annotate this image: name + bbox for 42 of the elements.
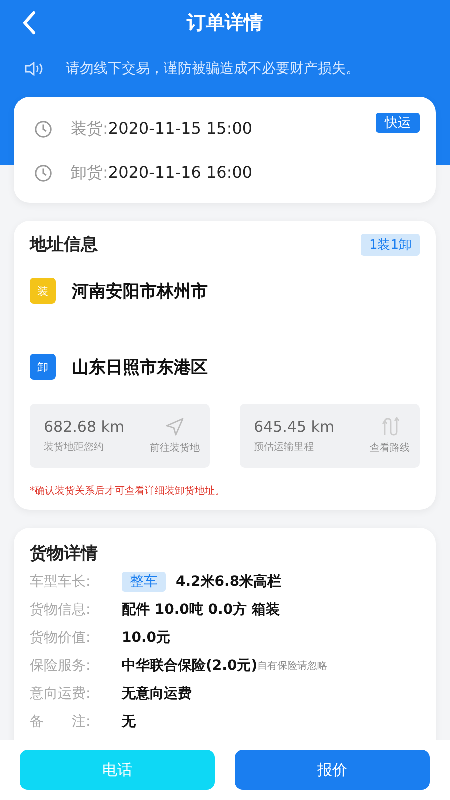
distance-value: 682.68 km — [44, 418, 125, 436]
field-value: 中华联合保险(2.0元) — [122, 657, 258, 675]
distance-action: 查看路线 — [370, 442, 410, 455]
distance-action: 前往装货地 — [150, 442, 200, 455]
place-name: 河南安阳市林州市 — [72, 280, 208, 302]
page-title: 订单详情 — [187, 11, 263, 36]
distance-caption: 预估运输里程 — [254, 440, 315, 454]
vehicle-tag: 整车 — [122, 572, 166, 592]
field-value: 配件 10.0吨 0.0方 箱装 — [122, 601, 280, 619]
field-label: 备 注: — [30, 713, 92, 731]
clock-icon — [34, 164, 53, 182]
section-title: 地址信息 — [30, 234, 98, 256]
stop-count-tag: 1装1卸 — [361, 234, 420, 256]
shipping-tag: 快运 — [376, 113, 420, 133]
schedule-time: 卸货:2020-11-16 16:00 — [71, 162, 253, 184]
field-label: 货物价值: — [30, 629, 92, 647]
route-icon — [380, 417, 400, 437]
clock-icon — [34, 120, 53, 138]
distance-panel[interactable]: 645.45 km 预估运输里程 查看路线 — [240, 404, 420, 468]
place-name: 山东日照市东港区 — [72, 356, 208, 378]
action-button[interactable]: 报价 — [235, 750, 430, 790]
field-label: 意向运费: — [30, 685, 92, 703]
field-label: 保险服务: — [30, 657, 92, 675]
field-value: 无 — [122, 713, 136, 731]
section-title: 货物详情 — [30, 543, 99, 565]
navigation-icon — [165, 417, 185, 437]
notice-text: 请勿线下交易，谨防被骗造成不必要财产损失。 — [66, 60, 360, 78]
back-icon[interactable] — [22, 11, 36, 35]
address-note: *确认装货关系后才可查看详细装卸货地址。 — [30, 484, 226, 498]
distance-panel[interactable]: 682.68 km 装货地距您约 前往装货地 — [30, 404, 210, 468]
distance-caption: 装货地距您约 — [44, 440, 105, 454]
field-label: 车型车长: — [30, 573, 92, 591]
speaker-icon — [24, 62, 44, 76]
field-hint: 自有保险请忽略 — [258, 660, 328, 673]
field-value: 4.2米6.8米高栏 — [176, 573, 282, 591]
field-value: 无意向运费 — [122, 685, 192, 703]
stop-tag: 卸 — [30, 354, 56, 380]
schedule-time: 装货:2020-11-15 15:00 — [71, 118, 253, 140]
stop-tag: 装 — [30, 278, 56, 304]
field-label: 货物信息: — [30, 601, 92, 619]
distance-value: 645.45 km — [254, 418, 335, 436]
field-value: 10.0元 — [122, 629, 171, 647]
